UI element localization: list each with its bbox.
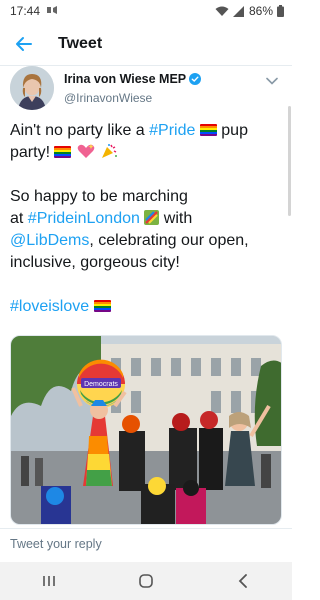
system-nav-bar xyxy=(0,562,292,600)
back-arrow-icon xyxy=(16,36,32,51)
mention-libdems[interactable]: @LibDems xyxy=(10,232,89,249)
battery-percent: 86% xyxy=(248,4,273,18)
protest-sign-text: Democrats xyxy=(84,381,118,388)
tweet-text: Ain't no party like a #Pride pup party! … xyxy=(10,120,282,318)
hashtag-pride[interactable]: #Pride xyxy=(149,122,195,139)
tweet-line-7: inclusive, gorgeous city! xyxy=(10,254,180,271)
rainbow-flag-icon xyxy=(93,300,111,312)
home-button[interactable] xyxy=(126,566,166,596)
rainbow-flag-icon xyxy=(54,146,72,158)
home-icon xyxy=(139,574,153,588)
notification-icon xyxy=(46,4,58,18)
tweet-text-segment: at xyxy=(10,210,28,227)
app-header: Tweet xyxy=(0,22,292,66)
tweet-text-segment: with xyxy=(159,210,193,227)
author-name-text: Irina von Wiese MEP xyxy=(64,72,187,86)
status-time: 17:44 xyxy=(10,4,41,18)
verified-badge-icon xyxy=(189,73,202,85)
nav-back-button[interactable] xyxy=(223,566,263,596)
tweet-line-4: So happy to be marching xyxy=(10,188,188,205)
tweet-text-segment: , celebrating our open, xyxy=(89,232,249,249)
hashtag-loveislove[interactable]: #loveislove xyxy=(10,298,89,315)
tweet-photo[interactable]: Democrats xyxy=(10,335,282,525)
signal-icon xyxy=(232,5,245,17)
battery-icon xyxy=(277,5,284,17)
author-name[interactable]: Irina von Wiese MEP xyxy=(64,72,202,86)
reply-input[interactable]: Tweet your reply xyxy=(10,537,102,551)
tweet-text-segment: pup xyxy=(216,122,248,139)
tweet-text-segment: Ain't no party like a xyxy=(10,122,150,139)
more-options-button[interactable] xyxy=(266,72,278,90)
author-handle[interactable]: @IrinavonWiese xyxy=(64,91,152,105)
pride-hashtag-emoji-icon xyxy=(144,210,160,225)
back-button[interactable] xyxy=(2,22,46,66)
sparkling-heart-icon xyxy=(77,144,95,158)
tweet-line-6: @LibDems, celebrating our open, xyxy=(10,230,282,252)
tweet-line-2: party! xyxy=(10,142,282,164)
chevron-down-icon xyxy=(266,77,278,85)
scroll-indicator[interactable] xyxy=(288,106,291,216)
author-row: Irina von Wiese MEP @IrinavonWiese xyxy=(10,66,282,116)
pride-march-photo: Democrats xyxy=(11,336,281,524)
party-popper-icon xyxy=(102,144,118,158)
hashtag-prideinlondon[interactable]: #PrideinLondon xyxy=(28,210,140,227)
status-bar: 17:44 86% xyxy=(0,0,292,22)
recent-apps-button[interactable] xyxy=(29,566,69,596)
reply-bar: Tweet your reply xyxy=(0,528,292,562)
page-title: Tweet xyxy=(58,34,103,52)
tweet-line-5: at #PrideinLondon with xyxy=(10,208,282,230)
tweet-line-1: Ain't no party like a #Pride pup xyxy=(10,120,282,142)
tweet-text-segment: party! xyxy=(10,144,51,161)
tweet-line-9: #loveislove xyxy=(10,296,282,318)
avatar[interactable] xyxy=(10,66,54,110)
nav-back-icon xyxy=(239,574,248,588)
wifi-icon xyxy=(215,6,229,17)
rainbow-flag-icon xyxy=(199,124,217,136)
recent-apps-icon xyxy=(42,576,55,586)
